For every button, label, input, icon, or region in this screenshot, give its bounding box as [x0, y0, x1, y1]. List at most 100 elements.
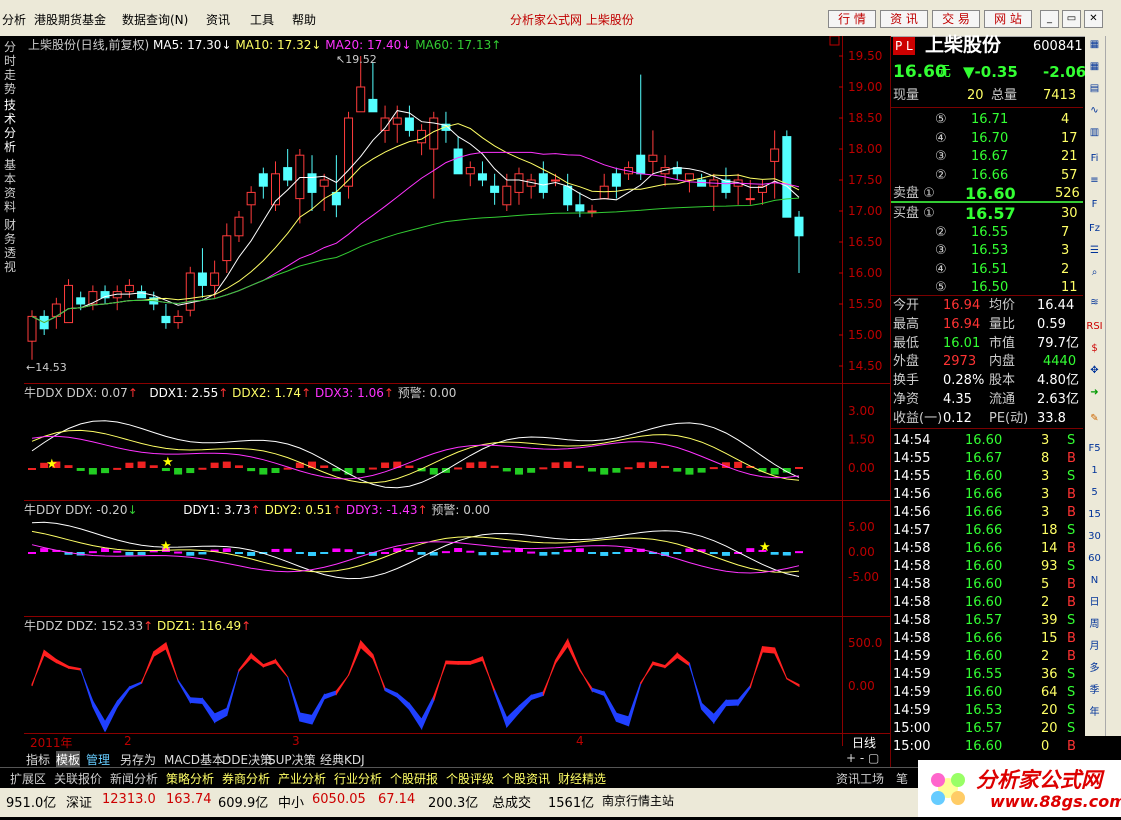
period-button[interactable]: 30 [1086, 528, 1103, 545]
hot-expand[interactable]: 扩展区 [10, 770, 46, 787]
server-name: 南京行情主站 [602, 794, 675, 808]
tick-row: 14:58 16.60 93 S [891, 558, 1083, 576]
bid-price: 16.57 [965, 204, 1016, 223]
tab-manage[interactable]: 管理 [86, 751, 110, 768]
scroll-controls[interactable]: + - ▢ [846, 751, 879, 765]
period-button[interactable]: 1 [1086, 462, 1103, 479]
chart-area[interactable]: 19.50 19.00 18.50 18.00 17.50 17.00 16.50 16.00… [24, 35, 890, 750]
period-button[interactable]: 年 [1086, 704, 1103, 721]
period-button[interactable]: 15 [1086, 506, 1103, 523]
ddy-bar [320, 552, 329, 554]
tick-time: 14:59 [893, 685, 931, 700]
finance-icon[interactable]: Fi [1086, 150, 1103, 167]
tab-macd[interactable]: MACD基本 [164, 751, 224, 768]
wave-icon[interactable]: ≋ [1086, 294, 1103, 311]
tab-technical[interactable]: 技术分析 [4, 98, 20, 154]
tick-volume: 20 [1041, 703, 1058, 718]
ddx-bar [770, 468, 779, 475]
move-icon[interactable]: ✥ [1086, 362, 1103, 379]
period-button[interactable]: 5 [1086, 484, 1103, 501]
menu-item-data-query[interactable]: 数据查询(N) [122, 11, 188, 28]
ddx-bar [685, 468, 694, 475]
doc-icon[interactable]: ≡ [1086, 172, 1103, 189]
pencil-icon[interactable]: ✎ [1086, 410, 1103, 427]
hot-finance[interactable]: 财经精选 [558, 770, 606, 787]
menu-item-tools[interactable]: 工具 [250, 11, 274, 28]
hot-rating[interactable]: 个股评级 [446, 770, 494, 787]
search-icon[interactable]: ⌕ [1086, 264, 1103, 281]
ddx-bar [381, 462, 390, 468]
period-button[interactable]: 月 [1086, 638, 1103, 655]
website-button[interactable]: 网 站 [984, 10, 1032, 28]
menu-item-analysis[interactable]: 分析 [2, 11, 26, 28]
bar-chart-icon[interactable]: ▥ [1086, 124, 1103, 141]
hot-strategy[interactable]: 策略分析 [166, 770, 214, 787]
tick-row: 14:58 16.60 2 B [891, 594, 1083, 612]
fiz-icon[interactable]: Fz [1086, 220, 1103, 237]
ddz-value: DDZ: 152.33 [66, 619, 144, 633]
star-icon: ★ [162, 455, 174, 470]
tick-time: 14:59 [893, 649, 931, 664]
close-icon[interactable]: ✕ [1084, 10, 1103, 28]
period-label[interactable]: 日线 [852, 734, 876, 751]
candle-body [197, 272, 207, 286]
stat-label: 内盘 [989, 354, 1016, 370]
arrow-icon[interactable]: ➜ [1086, 384, 1103, 401]
minimize-icon[interactable]: _ [1040, 10, 1059, 28]
scrollbar[interactable] [1105, 36, 1121, 736]
ddy-bar [186, 552, 195, 556]
menu-item-news[interactable]: 资讯 [206, 11, 230, 28]
restore-icon[interactable]: ▭ [1062, 10, 1081, 28]
ddy-bar [283, 548, 292, 552]
hot-news[interactable]: 新闻分析 [110, 770, 158, 787]
arrow-up-icon: ↑ [250, 503, 261, 517]
grid-icon[interactable]: ▦ [1086, 58, 1103, 75]
tab-sup[interactable]: SUP决策 [268, 751, 316, 768]
tab-save-as[interactable]: 另存为 [120, 751, 156, 768]
tab-template[interactable]: 模板 [56, 751, 81, 768]
ddy-bar [502, 550, 511, 553]
hot-broker[interactable]: 券商分析 [222, 770, 270, 787]
period-button[interactable]: F5 [1086, 440, 1103, 457]
ddy-bar [137, 552, 146, 556]
quote-button[interactable]: 行 情 [828, 10, 876, 28]
trade-button[interactable]: 交 易 [932, 10, 980, 28]
tab-indicator[interactable]: 指标 [26, 751, 50, 768]
tab-fundamental[interactable]: 基本资料 [4, 158, 20, 214]
ddx-bar [466, 462, 475, 468]
period-button[interactable]: 周 [1086, 616, 1103, 633]
tab-financial[interactable]: 财务透视 [4, 218, 20, 274]
hot-related[interactable]: 关联报价 [54, 770, 102, 787]
menu-item-hk-futures[interactable]: 港股期货基金 [34, 11, 106, 28]
period-button[interactable]: 60 [1086, 550, 1103, 567]
menu-item-help[interactable]: 帮助 [292, 11, 316, 28]
arrow-down-icon: ↓ [311, 38, 322, 52]
bid-volume: 7 [1061, 224, 1070, 240]
line-chart-icon[interactable]: ∿ [1086, 102, 1103, 119]
chart-icon[interactable]: ▤ [1086, 80, 1103, 97]
hot-info-workshop[interactable]: 资讯工场 [836, 770, 884, 787]
period-button[interactable]: 日 [1086, 594, 1103, 611]
list-icon[interactable]: ☰ [1086, 242, 1103, 259]
hot-pen[interactable]: 笔 [896, 770, 908, 787]
tick-side: B [1067, 595, 1076, 610]
info-button[interactable]: 资 讯 [880, 10, 928, 28]
candle-body [210, 272, 220, 286]
total-turnover: 1561亿 [548, 796, 595, 811]
tab-intraday[interactable]: 分时走势 [4, 40, 20, 96]
period-button[interactable]: 多 [1086, 660, 1103, 677]
dollar-icon[interactable]: $ [1086, 340, 1103, 357]
period-button[interactable]: 季 [1086, 682, 1103, 699]
ddy-bar [454, 548, 463, 552]
hot-stock-news[interactable]: 个股资讯 [502, 770, 550, 787]
tab-dde[interactable]: DDE决策 [222, 751, 272, 768]
rsi-icon[interactable]: RSI [1086, 318, 1103, 335]
stat-label: 今开 [893, 298, 920, 313]
period-button[interactable]: N [1086, 572, 1103, 589]
hot-sector[interactable]: 行业分析 [334, 770, 382, 787]
tick-price: 16.60 [965, 559, 1003, 574]
f10-icon[interactable]: F [1086, 196, 1103, 213]
hot-industry-chain[interactable]: 产业分析 [278, 770, 326, 787]
tab-kdj[interactable]: 经典KDJ [320, 751, 365, 768]
hot-research[interactable]: 个股研报 [390, 770, 438, 787]
